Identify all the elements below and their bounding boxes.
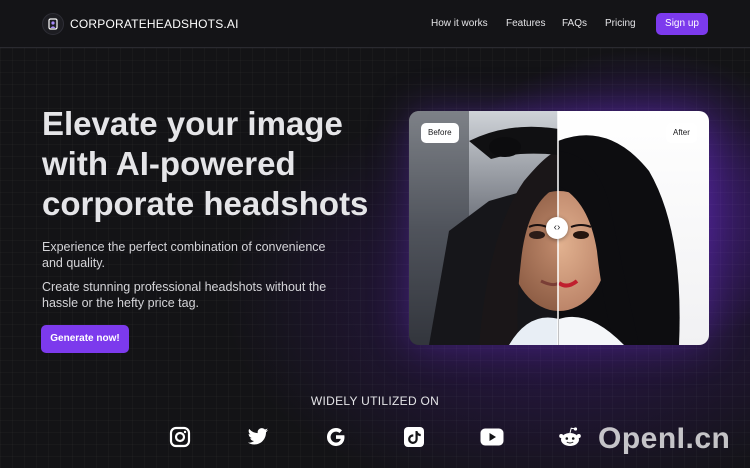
tiktok-icon xyxy=(402,426,426,448)
top-navbar: CORPORATEHEADSHOTS.AI How it works Featu… xyxy=(0,0,750,48)
brand-name: CORPORATEHEADSHOTS.AI xyxy=(70,17,239,31)
hero-paragraph-2: Create stunning professional headshots w… xyxy=(42,280,327,310)
page: CORPORATEHEADSHOTS.AI How it works Featu… xyxy=(0,0,750,468)
watermark: OpenI.cn xyxy=(598,422,731,455)
brand-logo-icon xyxy=(42,13,64,35)
comparison-slider-handle[interactable]: ‹› xyxy=(546,217,568,239)
instagram-icon xyxy=(168,426,192,448)
google-icon xyxy=(324,426,348,448)
after-label: After xyxy=(666,123,697,143)
signup-button[interactable]: Sign up xyxy=(656,13,708,35)
before-label: Before xyxy=(421,123,459,143)
hero-headline: Elevate your image with AI-powered corpo… xyxy=(42,104,402,224)
platforms-heading: WIDELY UTILIZED ON xyxy=(310,394,440,408)
hero-paragraph-1: Experience the perfect combination of co… xyxy=(42,240,326,270)
nav-link-faqs[interactable]: FAQs xyxy=(562,18,587,29)
nav-link-how-it-works[interactable]: How it works xyxy=(431,18,488,29)
youtube-icon xyxy=(480,426,504,448)
brand-logo[interactable]: CORPORATEHEADSHOTS.AI xyxy=(42,13,239,35)
nav-link-features[interactable]: Features xyxy=(506,18,545,29)
hero-headline-line-3: corporate headshots xyxy=(42,185,369,222)
nav-link-pricing[interactable]: Pricing xyxy=(605,18,636,29)
twitter-icon xyxy=(246,426,270,448)
hero-headline-line-2: with AI-powered xyxy=(42,145,296,182)
hero-headline-line-1: Elevate your image xyxy=(42,105,343,142)
reddit-icon xyxy=(558,426,582,448)
generate-now-button[interactable]: Generate now! xyxy=(41,325,129,353)
before-after-comparison[interactable]: Before After ‹› xyxy=(409,111,709,345)
